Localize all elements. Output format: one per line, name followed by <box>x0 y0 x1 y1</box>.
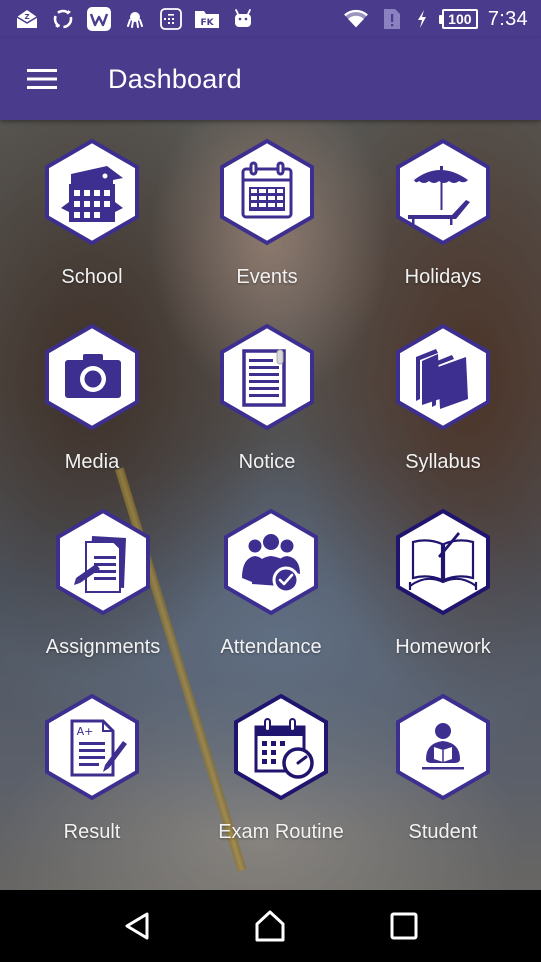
books-icon <box>394 323 492 431</box>
wifi-icon <box>343 6 369 32</box>
back-icon <box>125 912 149 940</box>
notice-clipboard-icon <box>218 323 316 431</box>
recents-button[interactable] <box>374 896 434 956</box>
calculator-icon <box>158 6 184 32</box>
tile-student[interactable]: Student <box>358 693 528 873</box>
beach-umbrella-icon <box>394 138 492 246</box>
tile-media[interactable]: Media <box>7 323 177 503</box>
fk-folder-icon: FK <box>194 6 220 32</box>
system-indicators: 100 7:34 <box>343 6 541 32</box>
student-reading-icon <box>394 693 492 801</box>
tile-label: Events <box>236 266 298 288</box>
tile-label: School <box>61 266 123 288</box>
tile-label: Attendance <box>220 636 322 658</box>
tile-syllabus[interactable]: Syllabus <box>358 323 528 503</box>
tile-label: Result <box>63 821 121 843</box>
tile-events[interactable]: Events <box>182 138 352 318</box>
app-bar: Dashboard <box>0 38 541 120</box>
tile-label: Homework <box>395 636 491 658</box>
hamburger-menu-icon <box>27 69 57 89</box>
tile-assignments[interactable]: Assignments <box>18 508 188 688</box>
home-icon <box>255 910 285 942</box>
tile-exam-routine[interactable]: Exam Routine <box>196 693 366 873</box>
system-nav-bar <box>0 890 541 962</box>
recents-icon <box>390 912 418 940</box>
tile-label: Holidays <box>404 266 482 288</box>
calendar-clock-icon <box>232 693 330 801</box>
android-icon <box>230 6 256 32</box>
sync-icon <box>50 6 76 32</box>
svg-text:Z: Z <box>24 13 29 21</box>
dashboard-content: School Events Holidays Media Notice Syll… <box>0 120 541 890</box>
camera-icon <box>43 323 141 431</box>
dashboard-grid: School Events Holidays Media Notice Syll… <box>0 120 541 890</box>
tile-label: Exam Routine <box>218 821 344 843</box>
tile-label: Student <box>408 821 478 843</box>
mail-sync-icon: Z <box>14 6 40 32</box>
tile-homework[interactable]: Homework <box>358 508 528 688</box>
wps-office-icon <box>86 6 112 32</box>
tile-result[interactable]: A+ Result <box>7 693 177 873</box>
battery-level: 100 <box>441 9 478 29</box>
svg-text:A+: A+ <box>77 725 94 738</box>
battery-indicator: 100 <box>438 9 478 29</box>
tile-label: Assignments <box>45 636 161 658</box>
school-building-icon <box>43 138 141 246</box>
svg-text:FK: FK <box>200 18 214 28</box>
tile-label: Notice <box>238 451 296 473</box>
tile-label: Media <box>64 451 120 473</box>
result-grade-icon: A+ <box>43 693 141 801</box>
home-button[interactable] <box>240 896 300 956</box>
tile-school[interactable]: School <box>7 138 177 318</box>
assignment-pencil-icon <box>54 508 152 616</box>
notification-icons: Z FK <box>0 6 256 32</box>
page-title: Dashboard <box>108 63 242 94</box>
tile-attendance[interactable]: Attendance <box>186 508 356 688</box>
menu-button[interactable] <box>0 38 84 120</box>
tile-label: Syllabus <box>405 451 481 473</box>
charging-icon <box>415 6 429 32</box>
back-button[interactable] <box>107 896 167 956</box>
tile-notice[interactable]: Notice <box>182 323 352 503</box>
attendance-group-check-icon <box>222 508 320 616</box>
no-sim-icon <box>379 6 405 32</box>
open-book-pen-icon <box>394 508 492 616</box>
octopus-icon <box>122 6 148 32</box>
status-bar: Z FK 100 7:34 <box>0 0 541 38</box>
calendar-icon <box>218 138 316 246</box>
clock: 7:34 <box>487 7 528 30</box>
tile-holidays[interactable]: Holidays <box>358 138 528 318</box>
